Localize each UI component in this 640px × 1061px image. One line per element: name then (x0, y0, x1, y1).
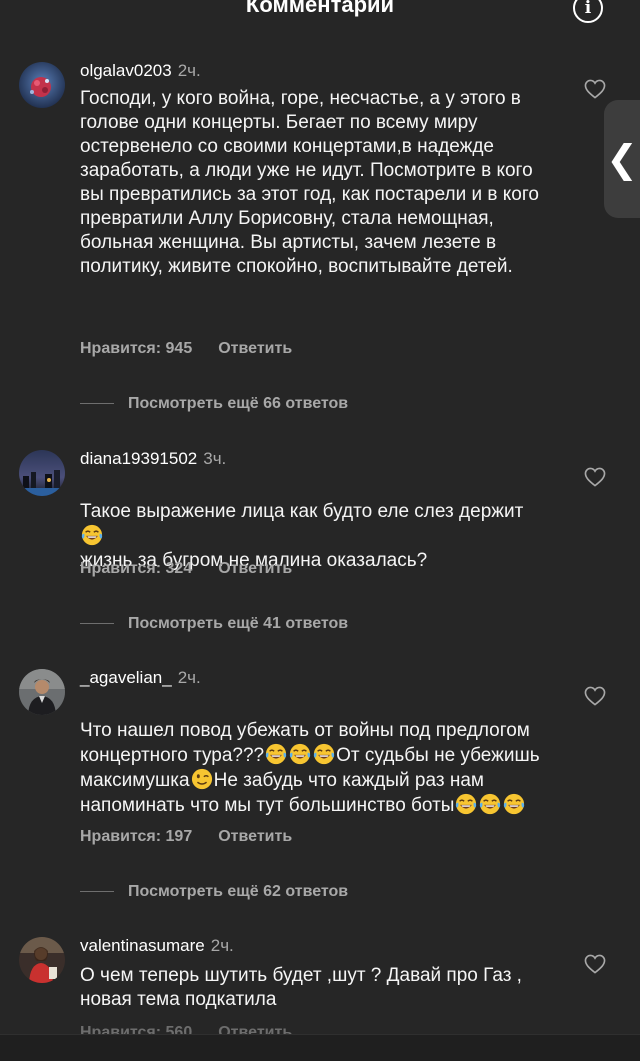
comment-header: olgalav0203 2ч. (80, 61, 201, 81)
heart-icon[interactable] (584, 467, 606, 487)
divider-line (80, 623, 114, 625)
likes-count[interactable]: Нравится: 945 (80, 340, 192, 357)
avatar[interactable] (19, 450, 65, 496)
side-panel-handle[interactable]: ❮ (604, 100, 640, 218)
reply-button[interactable]: Ответить (218, 560, 292, 577)
view-more-replies[interactable]: Посмотреть ещё 66 ответов (80, 395, 348, 413)
comment-header: diana19391502 3ч. (80, 449, 226, 469)
comment-text: Господи, у кого война, горе, несчастье, … (80, 88, 539, 277)
heart-icon[interactable] (584, 954, 606, 974)
view-more-label: Посмотреть ещё 66 ответов (128, 395, 349, 412)
tears-of-joy-emoji-icon (81, 524, 103, 546)
comment-username[interactable]: diana19391502 (80, 449, 197, 468)
comment-text: Такое выражение лица как будто еле слез … (80, 476, 560, 573)
avatar[interactable] (19, 62, 65, 108)
comment-username[interactable]: _agavelian_ (80, 668, 172, 687)
comment-text: О чем теперь шутить будет ,шут ? Давай п… (80, 965, 522, 1010)
winking-face-emoji-icon (191, 768, 212, 790)
divider-line (80, 891, 114, 893)
reply-button[interactable]: Ответить (218, 828, 292, 845)
view-more-replies[interactable]: Посмотреть ещё 62 ответов (80, 883, 348, 901)
comment-actions: Нравится: 324 Ответить (80, 560, 292, 578)
info-icon[interactable]: i (573, 0, 603, 23)
avatar[interactable] (19, 669, 65, 715)
tears-of-joy-emoji-icon (456, 793, 477, 815)
comment-time: 2ч. (177, 61, 201, 80)
bottom-bar (0, 1034, 640, 1061)
tears-of-joy-emoji-icon (266, 743, 287, 765)
comment-text-part: Такое выражение лица как будто еле слез … (80, 501, 524, 522)
view-more-replies[interactable]: Посмотреть ещё 41 ответов (80, 615, 348, 633)
avatar[interactable] (19, 937, 65, 983)
tears-of-joy-emoji-icon (480, 793, 501, 815)
comment-actions: Нравится: 197 Ответить (80, 828, 292, 846)
view-more-label: Посмотреть ещё 62 ответов (128, 883, 349, 900)
comment-text: Что нашел повод убежать от войны под пре… (80, 695, 560, 818)
comment-header: valentinasumare 2ч. (80, 936, 234, 956)
tears-of-joy-emoji-icon (504, 793, 525, 815)
reply-button[interactable]: Ответить (218, 340, 292, 357)
comment-username[interactable]: valentinasumare (80, 936, 205, 955)
likes-count[interactable]: Нравится: 197 (80, 828, 192, 845)
comment-actions: Нравится: 945 Ответить (80, 340, 292, 358)
tears-of-joy-emoji-icon (290, 743, 311, 765)
likes-count[interactable]: Нравится: 324 (80, 560, 192, 577)
view-more-label: Посмотреть ещё 41 ответов (128, 615, 349, 632)
tears-of-joy-emoji-icon (314, 743, 335, 765)
comment-time: 3ч. (203, 449, 227, 468)
comment-username[interactable]: olgalav0203 (80, 61, 172, 80)
header: Комментарии i (0, 0, 640, 36)
heart-icon[interactable] (584, 686, 606, 706)
comment-time: 2ч. (177, 668, 201, 687)
comment-time: 2ч. (210, 936, 234, 955)
divider-line (80, 403, 114, 405)
comment-header: _agavelian_ 2ч. (80, 668, 201, 688)
heart-icon[interactable] (584, 79, 606, 99)
page-title: Комментарии (245, 0, 395, 17)
chevron-left-icon: ❮ (606, 137, 638, 181)
